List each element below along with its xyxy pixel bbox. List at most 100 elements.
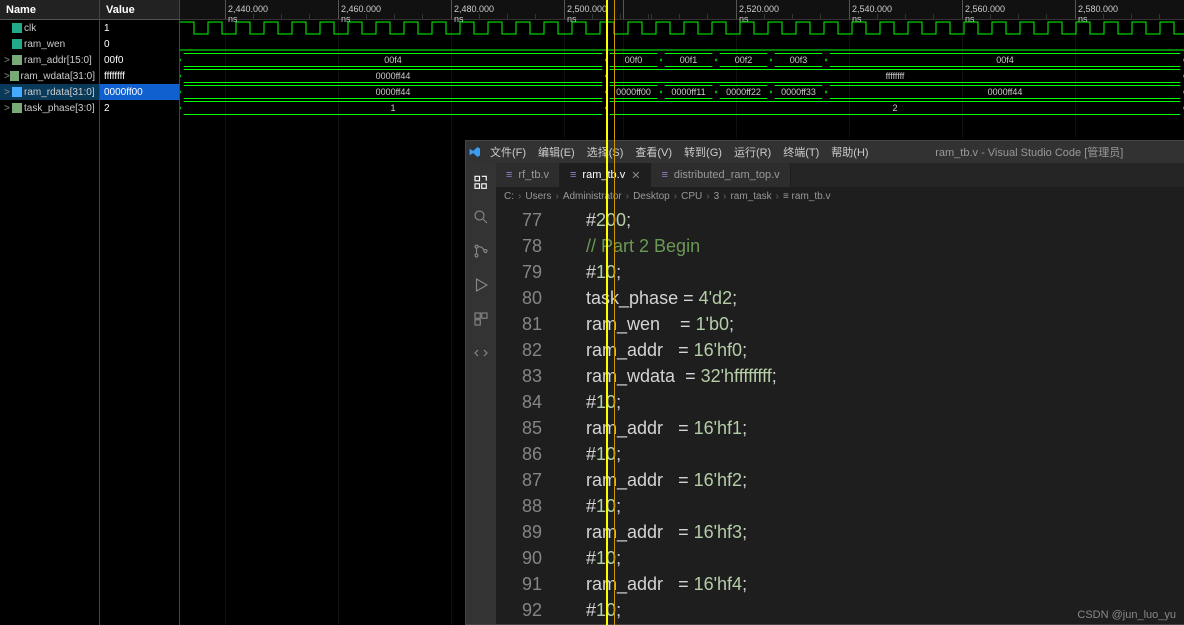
search-icon[interactable] (471, 207, 491, 227)
editor-area: ≡ rf_tb.v ≡ ram_tb.v ✕ ≡ distributed_ram_top.v… (496, 163, 1184, 624)
code-line[interactable]: #10; (556, 441, 1184, 467)
bus-segment: 1 (180, 101, 606, 115)
file-icon: ≡ (506, 169, 512, 181)
bus-segment: 00f4 (180, 53, 606, 67)
signal-row[interactable]: >ram_rdata[31:0] (0, 84, 99, 100)
line-number: 77 (496, 207, 542, 233)
code-line[interactable]: ram_wdata = 32'hffffffff; (556, 363, 1184, 389)
signal-row[interactable]: >task_phase[3:0] (0, 100, 99, 116)
code-line[interactable]: #200; (556, 207, 1184, 233)
breadcrumb-item[interactable]: Administrator (563, 191, 622, 202)
tab-label: ram_tb.v (582, 169, 625, 181)
signal-type-icon (12, 23, 22, 33)
code-line[interactable] (556, 623, 1184, 624)
signal-type-icon (12, 39, 22, 49)
line-number: 79 (496, 259, 542, 285)
explorer-icon[interactable] (471, 173, 491, 193)
signal-row[interactable]: >ram_addr[15:0] (0, 52, 99, 68)
tab-label: rf_tb.v (518, 169, 549, 181)
signal-row[interactable]: >ram_wdata[31:0] (0, 68, 99, 84)
line-number: 80 (496, 285, 542, 311)
source-control-icon[interactable] (471, 241, 491, 261)
breadcrumb-item[interactable]: C: (504, 191, 514, 202)
bus-segment: 0000ff22 (716, 85, 771, 99)
breadcrumb-item[interactable]: Users (525, 191, 551, 202)
line-number: 78 (496, 233, 542, 259)
signal-value-panel: Value 1000f0ffffffff0000ff002 (100, 0, 180, 625)
bus-segment: 00f2 (716, 53, 771, 67)
vscode-window: 文件(F)编辑(E)选择(S)查看(V)转到(G)运行(R)终端(T)帮助(H)… (465, 140, 1184, 625)
cursor-primary[interactable] (606, 0, 608, 625)
bus-segment: 2 (606, 101, 1184, 115)
signal-type-icon (12, 87, 22, 97)
wave-ram-addr: 00f400f000f100f200f300f4 (180, 52, 1184, 68)
menu-item[interactable]: 查看(V) (629, 144, 678, 160)
value-column-header: Value (100, 0, 179, 20)
code-line[interactable]: #10; (556, 493, 1184, 519)
breadcrumb-item[interactable]: Desktop (633, 191, 670, 202)
code-line[interactable]: ram_wen = 1'b0; (556, 311, 1184, 337)
wave-ram-wen (180, 36, 1184, 52)
breadcrumb[interactable]: C:›Users›Administrator›Desktop›CPU›3›ram… (496, 187, 1184, 205)
signal-value: 1 (100, 20, 179, 36)
tab-label: distributed_ram_top.v (674, 169, 780, 181)
menu-item[interactable]: 编辑(E) (532, 144, 581, 160)
signal-row[interactable]: ram_wen (0, 36, 99, 52)
breadcrumb-item[interactable]: ≡ ram_tb.v (783, 191, 831, 202)
code-line[interactable]: ram_addr = 16'hf3; (556, 519, 1184, 545)
line-number: 89 (496, 519, 542, 545)
activity-bar (466, 163, 496, 624)
close-icon[interactable]: ✕ (631, 169, 640, 182)
line-number: 87 (496, 467, 542, 493)
editor-tab[interactable]: ≡ rf_tb.v (496, 163, 560, 187)
line-number: 93 (496, 623, 542, 624)
line-number: 83 (496, 363, 542, 389)
remote-icon[interactable] (471, 343, 491, 363)
editor-tabs: ≡ rf_tb.v ≡ ram_tb.v ✕ ≡ distributed_ram_top.v (496, 163, 1184, 187)
line-number: 90 (496, 545, 542, 571)
breadcrumb-item[interactable]: ram_task (730, 191, 771, 202)
file-icon: ≡ (661, 169, 667, 181)
run-debug-icon[interactable] (471, 275, 491, 295)
breadcrumb-item[interactable]: 3 (714, 191, 720, 202)
code-line[interactable]: ram_addr = 16'hf0; (556, 337, 1184, 363)
code-line[interactable]: #10; (556, 259, 1184, 285)
chevron-right-icon: › (723, 191, 726, 202)
code-line[interactable]: #10; (556, 389, 1184, 415)
line-number: 86 (496, 441, 542, 467)
chevron-right-icon: › (776, 191, 779, 202)
vscode-titlebar[interactable]: 文件(F)编辑(E)选择(S)查看(V)转到(G)运行(R)终端(T)帮助(H)… (466, 141, 1184, 163)
code-line[interactable]: // Part 2 Begin (556, 233, 1184, 259)
code-line[interactable]: ram_addr = 16'hf1; (556, 415, 1184, 441)
menu-item[interactable]: 运行(R) (728, 144, 777, 160)
menu-item[interactable]: 文件(F) (484, 144, 532, 160)
code-source[interactable]: #200; // Part 2 Begin #10; task_phase = … (556, 205, 1184, 624)
chevron-right-icon: › (626, 191, 629, 202)
breadcrumb-item[interactable]: CPU (681, 191, 702, 202)
menu-item[interactable]: 帮助(H) (825, 144, 874, 160)
code-line[interactable]: ram_addr = 16'hf2; (556, 467, 1184, 493)
signal-name-panel: Name clkram_wen>ram_addr[15:0]>ram_wdata… (0, 0, 100, 625)
file-icon: ≡ (570, 169, 576, 181)
chevron-right-icon: › (518, 191, 521, 202)
cursor-secondary[interactable] (614, 0, 615, 625)
bus-segment: 00f4 (826, 53, 1184, 67)
code-line[interactable]: ram_addr = 16'hf4; (556, 571, 1184, 597)
bus-segment: 0000ff44 (180, 85, 606, 99)
code-line[interactable]: #10; (556, 545, 1184, 571)
menu-item[interactable]: 转到(G) (678, 144, 728, 160)
code-line[interactable]: task_phase = 4'd2; (556, 285, 1184, 311)
name-column-header: Name (0, 0, 99, 20)
line-number: 92 (496, 597, 542, 623)
signal-value: 0000ff00 (100, 84, 179, 100)
code-editor[interactable]: 7778798081828384858687888990919293 #200;… (496, 205, 1184, 624)
line-number-gutter: 7778798081828384858687888990919293 (496, 205, 556, 624)
time-ruler[interactable]: 2,440.000 ns2,460.000 ns2,480.000 ns2,50… (180, 0, 1184, 20)
menu-item[interactable]: 终端(T) (777, 144, 825, 160)
signal-row[interactable]: clk (0, 20, 99, 36)
bus-segment: 00f3 (771, 53, 826, 67)
bus-segment: ffffffff (606, 69, 1184, 83)
editor-tab[interactable]: ≡ distributed_ram_top.v (651, 163, 790, 187)
chevron-right-icon: › (706, 191, 709, 202)
extensions-icon[interactable] (471, 309, 491, 329)
